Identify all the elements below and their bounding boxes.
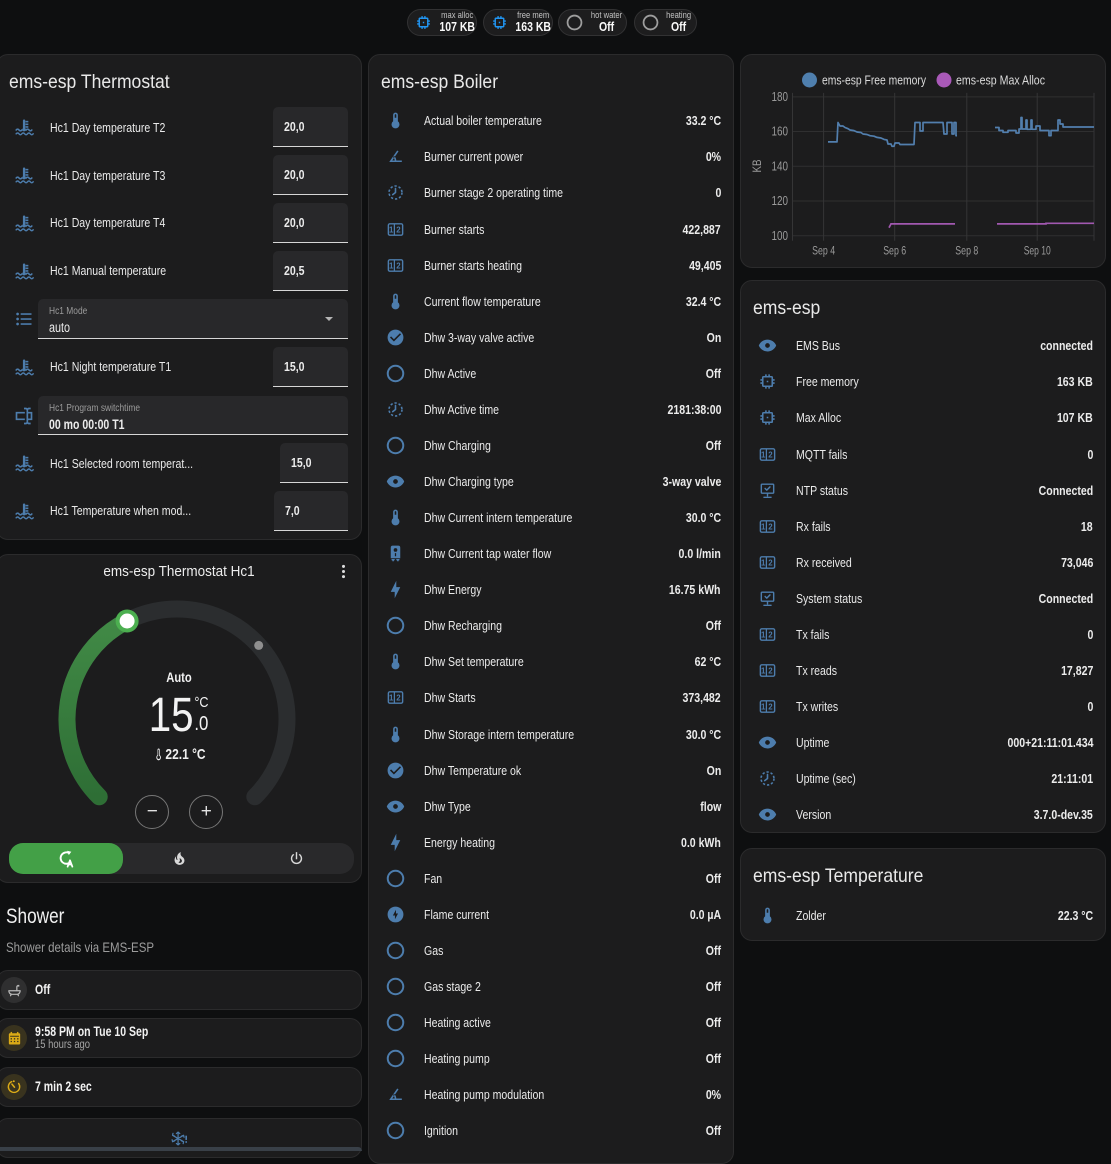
svg-text:Sep 4: Sep 4 [812,244,835,258]
svg-text:ems-esp Free memory: ems-esp Free memory [822,73,926,88]
svg-text:Sep 8: Sep 8 [955,244,978,258]
svg-text:Sep 10: Sep 10 [1024,244,1051,258]
svg-text:Sep 6: Sep 6 [883,244,906,258]
svg-text:140: 140 [772,159,789,173]
svg-text:160: 160 [772,125,789,139]
svg-text:180: 180 [772,90,789,104]
svg-text:KB: KB [752,159,764,172]
svg-text:100: 100 [772,229,789,243]
svg-text:120: 120 [772,194,789,208]
svg-text:ems-esp Max Alloc: ems-esp Max Alloc [956,73,1045,88]
